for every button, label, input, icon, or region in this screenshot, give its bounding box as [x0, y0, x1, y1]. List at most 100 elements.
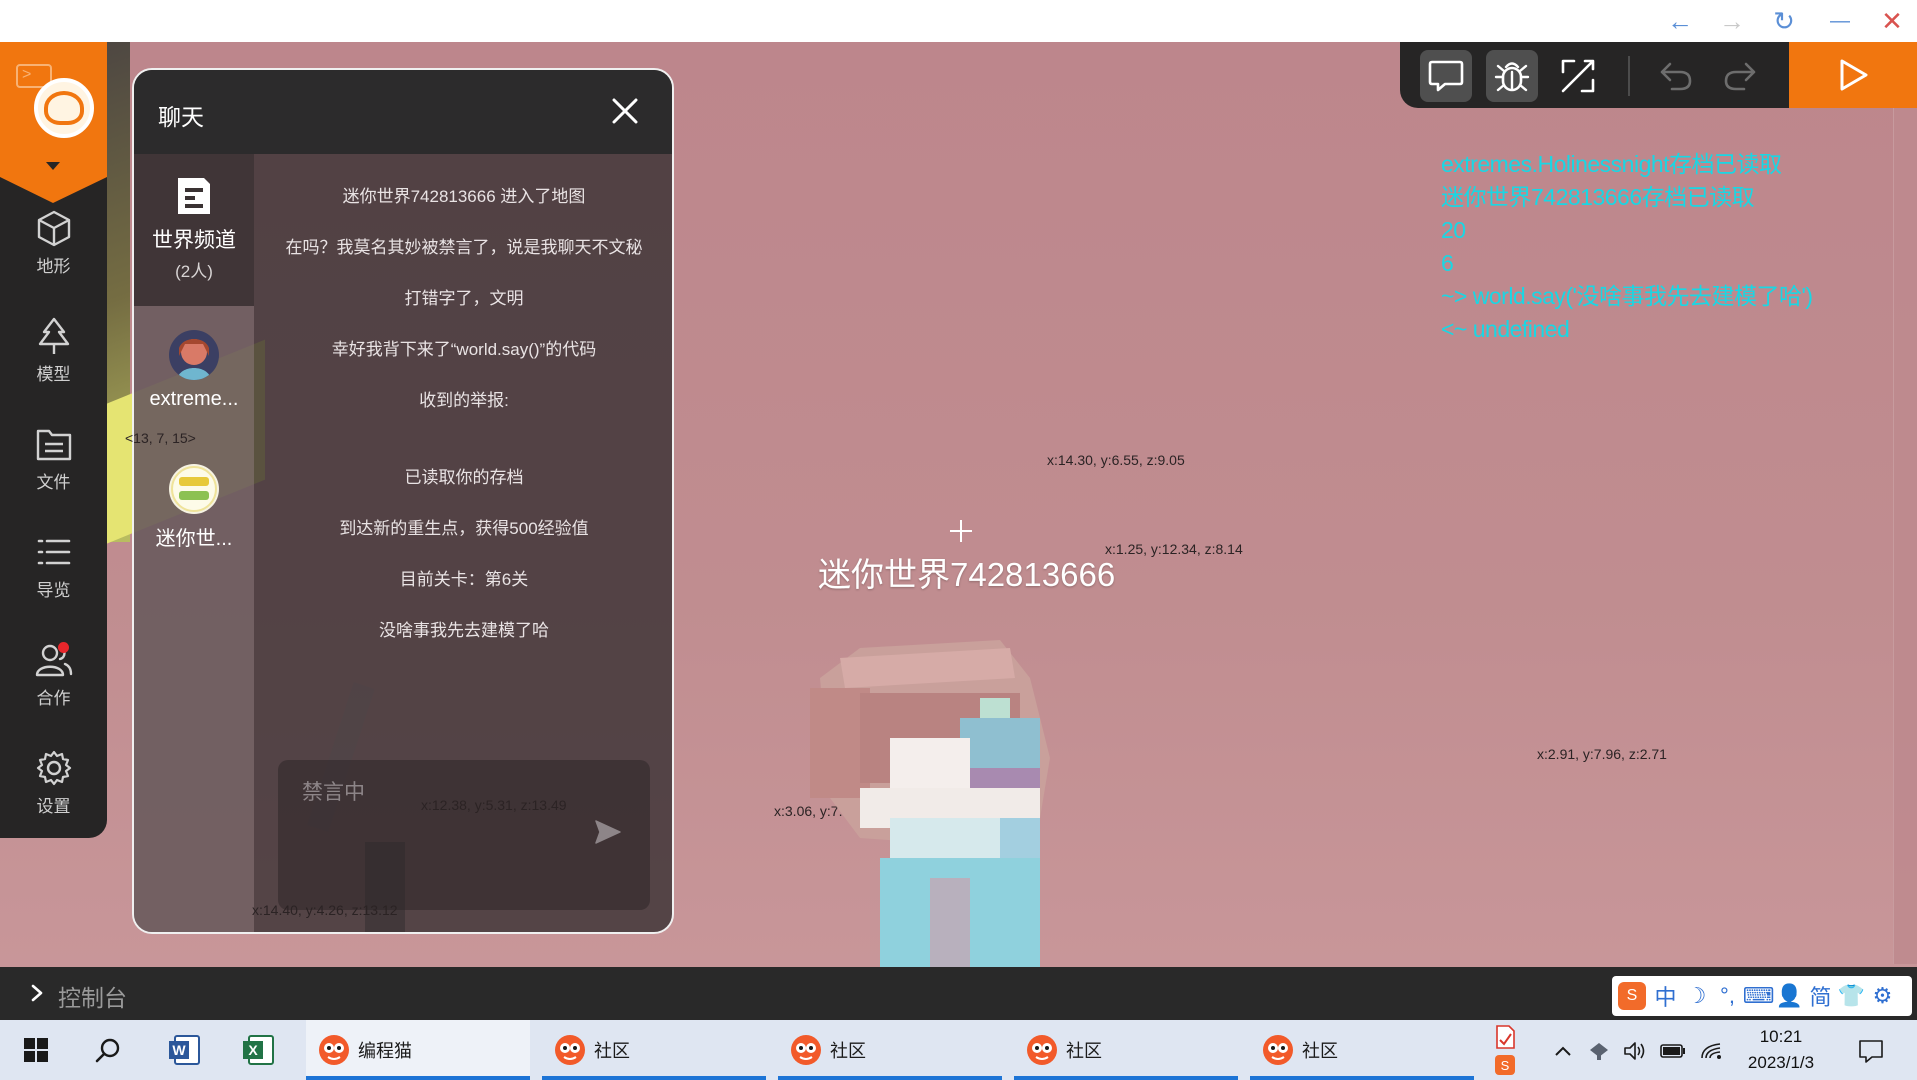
refresh-icon[interactable]: ↻ — [1764, 4, 1804, 38]
console-line: 6 — [1441, 250, 1454, 276]
coord-label: <13, 7, 15> — [125, 430, 196, 446]
close-icon[interactable]: ✕ — [1872, 4, 1912, 38]
chat-input[interactable]: 禁言中 — [278, 760, 650, 910]
taskbar-app-label: 社区 — [1066, 1041, 1102, 1061]
word-app-icon[interactable]: W — [164, 1030, 204, 1070]
send-icon[interactable] — [594, 818, 622, 846]
left-sidebar: > 地形 模型 文件 导览 合作 设置 — [0, 42, 107, 838]
svg-text:S: S — [1501, 1058, 1510, 1073]
chat-input-placeholder: 禁言中 — [302, 781, 365, 804]
volume-icon[interactable] — [1620, 1036, 1650, 1066]
taskbar-app-label: 社区 — [830, 1041, 866, 1061]
sidebar-item-terrain[interactable]: 地形 — [0, 206, 107, 296]
chat-member-name: extreme... — [149, 388, 239, 410]
chat-message: 已读取你的存档 — [404, 468, 524, 487]
debug-button[interactable] — [1486, 50, 1538, 102]
world-channel[interactable]: 世界频道 (2人) — [134, 154, 254, 306]
undo-button[interactable] — [1650, 50, 1702, 102]
channel-member-count: (2人) — [175, 262, 213, 281]
gear-icon[interactable]: ⚙ — [1867, 978, 1898, 1014]
skin-icon[interactable]: 👕 — [1836, 978, 1867, 1014]
run-button[interactable] — [1789, 42, 1917, 108]
close-icon[interactable] — [604, 90, 646, 132]
codemao-app-icon — [1263, 1035, 1293, 1065]
moon-icon[interactable]: ☽ — [1681, 978, 1712, 1014]
chat-message: 迷你世界742813666 进入了地图 — [342, 187, 586, 206]
codemao-app-icon — [555, 1035, 585, 1065]
tree-icon — [34, 314, 74, 358]
taskbar-app-community[interactable]: 社区 — [1250, 1020, 1474, 1080]
sogou-ime-icon[interactable]: S — [1618, 982, 1646, 1010]
taskbar-app-community[interactable]: 社区 — [778, 1020, 1002, 1080]
sidebar-item-outline[interactable]: 导览 — [0, 530, 107, 620]
clock-time: 10:21 — [1759, 1027, 1803, 1046]
sidebar-item-settings[interactable]: 设置 — [0, 746, 107, 836]
avatar — [169, 330, 219, 380]
keyboard-icon[interactable]: ⌨ — [1743, 978, 1775, 1014]
console-line: ~> world.say('没啥事我先去建模了哈') — [1441, 283, 1813, 309]
sidebar-item-label: 文件 — [36, 473, 71, 492]
gear-icon — [34, 746, 74, 790]
outline-list-icon — [34, 530, 74, 574]
toolbar-divider — [1628, 56, 1630, 96]
console-line: <~ undefined — [1441, 316, 1570, 342]
channel-document-icon — [178, 178, 210, 214]
sidebar-item-label: 地形 — [36, 257, 71, 276]
back-icon[interactable]: ← — [1660, 4, 1700, 38]
user-icon[interactable]: 👤 — [1774, 978, 1805, 1014]
ime-language-toggle[interactable]: 中 — [1650, 978, 1681, 1014]
wifi-icon[interactable] — [1696, 1036, 1726, 1066]
sidebar-item-label: 模型 — [36, 365, 71, 384]
chat-window: 聊天 世界频道 (2人) extreme... 迷你世... 迷你世界74281… — [132, 68, 674, 934]
forward-icon[interactable]: → — [1712, 4, 1752, 38]
crosshair-icon — [950, 520, 972, 542]
battery-icon[interactable] — [1658, 1036, 1688, 1066]
system-clock[interactable]: 10:21 2023/1/3 — [1740, 1024, 1822, 1076]
chat-member-name: 迷你世... — [155, 528, 233, 550]
sidebar-item-collaborate[interactable]: 合作 — [0, 638, 107, 728]
codemao-logo-icon — [34, 78, 94, 138]
coord-label: x:12.38, y:5.31, z:13.49 — [421, 797, 567, 813]
bug-icon — [1494, 62, 1530, 92]
chevron-right-icon[interactable] — [26, 981, 48, 1005]
windows-start-icon[interactable] — [16, 1030, 56, 1070]
channel-name: 世界频道 — [152, 229, 236, 252]
redo-button[interactable] — [1714, 50, 1766, 102]
windows-taskbar: W X 编程猫 社区 社区 社区 社区 S 10:21 2023/1/3 — [0, 1020, 1917, 1080]
taskbar-app-label: 社区 — [1302, 1041, 1338, 1061]
sidebar-item-model[interactable]: 模型 — [0, 314, 107, 404]
ime-simplified-toggle[interactable]: 简 — [1805, 978, 1836, 1014]
app-logo-tab[interactable]: > — [0, 42, 107, 203]
avatar — [169, 464, 219, 514]
chat-message-list: 迷你世界742813666 进入了地图 在吗？我莫名其妙被禁言了，说是我聊天不文… — [264, 184, 664, 669]
sogou-tray-icon[interactable]: S — [1490, 1050, 1520, 1080]
clock-date: 2023/1/3 — [1747, 1053, 1815, 1072]
chat-toggle-button[interactable] — [1420, 50, 1472, 102]
chat-message: 收到的举报: — [419, 391, 509, 410]
excel-app-icon[interactable]: X — [238, 1030, 278, 1070]
redo-icon — [1724, 62, 1756, 91]
taskbar-app-codemao[interactable]: 编程猫 — [306, 1020, 530, 1080]
taskbar-app-community[interactable]: 社区 — [542, 1020, 766, 1080]
taskbar-app-community[interactable]: 社区 — [1014, 1020, 1238, 1080]
player-character[interactable] — [800, 618, 1080, 968]
chat-bubble-icon — [1428, 60, 1464, 92]
pdf-tray-icon[interactable] — [1490, 1022, 1520, 1052]
chat-member[interactable]: extreme... — [134, 330, 254, 411]
chat-message: 没啥事我先去建模了哈 — [379, 621, 549, 640]
taskbar-app-label: 社区 — [594, 1041, 630, 1061]
scene-scrollbar[interactable] — [1893, 108, 1917, 964]
console-label: 控制台 — [58, 985, 127, 1011]
active-app-indicator — [778, 1076, 1002, 1080]
notification-center-icon[interactable] — [1856, 1036, 1886, 1066]
punctuation-icon[interactable]: °, — [1712, 978, 1743, 1014]
network-device-icon[interactable] — [1584, 1036, 1614, 1066]
chevron-up-icon[interactable] — [1548, 1036, 1578, 1066]
chat-message: 目前关卡：第6关 — [399, 570, 529, 589]
console-line: 迷你世界742813666存档已读取 — [1441, 184, 1755, 210]
search-icon[interactable] — [88, 1030, 128, 1070]
sidebar-item-files[interactable]: 文件 — [0, 422, 107, 512]
minimize-icon[interactable]: — — [1820, 4, 1860, 38]
chat-member[interactable]: 迷你世... — [134, 464, 254, 551]
fullscreen-button[interactable] — [1552, 50, 1604, 102]
